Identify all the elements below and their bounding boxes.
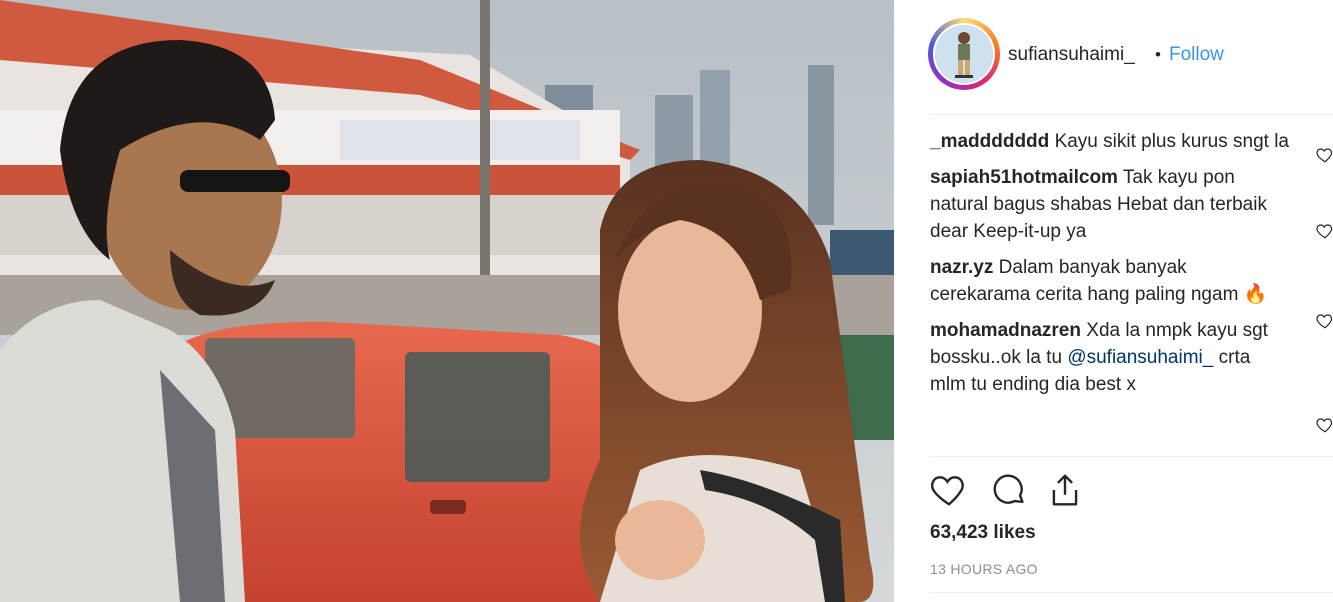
actions-divider	[930, 456, 1333, 457]
footer-divider	[930, 592, 1333, 593]
avatar-figure-icon	[935, 25, 993, 83]
comment-username[interactable]: nazr.yz	[930, 257, 993, 278]
comment-username[interactable]: _maddddddd	[930, 131, 1049, 152]
comment-bubble-icon[interactable]	[990, 471, 1028, 509]
avatar-story-ring[interactable]	[928, 18, 1000, 90]
comment-mention-link[interactable]: @sufiansuhaimi_	[1067, 347, 1213, 368]
share-icon[interactable]	[1046, 471, 1084, 509]
comment-username[interactable]: sapiah51hotmailcom	[930, 167, 1118, 188]
comment-like-heart-icon[interactable]	[1316, 146, 1333, 164]
comment-text: Kayu sikit plus kurus sngt la	[1054, 131, 1290, 152]
comment-item: _maddddddd Kayu sikit plus kurus sngt la	[930, 128, 1290, 155]
heart-icon[interactable]	[930, 471, 968, 509]
likes-count[interactable]: 63,423 likes	[930, 522, 1036, 544]
post-timestamp[interactable]: 13 HOURS AGO	[930, 561, 1038, 577]
separator-dot: •	[1155, 45, 1161, 64]
comment-like-heart-icon[interactable]	[1316, 312, 1333, 330]
comment-item: mohamadnazren Xda la nmpk kayu sgt bossk…	[930, 317, 1290, 398]
comment-like-heart-icon[interactable]	[1316, 222, 1333, 240]
header-divider	[930, 114, 1333, 115]
post-photo[interactable]	[0, 0, 894, 602]
avatar[interactable]	[933, 23, 995, 85]
photo-illustration	[0, 0, 894, 602]
post-sidebar: sufiansuhaimi_ • Follow _maddddddd Kayu …	[894, 0, 1333, 602]
comment-item: nazr.yz Dalam banyak banyak cerekarama c…	[930, 254, 1290, 308]
comments-list: _maddddddd Kayu sikit plus kurus sngt la…	[930, 128, 1290, 407]
comment-username[interactable]: mohamadnazren	[930, 320, 1081, 341]
follow-button[interactable]: Follow	[1169, 44, 1224, 66]
post-header: sufiansuhaimi_ • Follow	[928, 18, 1333, 92]
comment-like-heart-icon[interactable]	[1316, 416, 1333, 434]
comment-item: sapiah51hotmailcom Tak kayu pon natural …	[930, 164, 1290, 245]
username[interactable]: sufiansuhaimi_	[1008, 44, 1135, 66]
